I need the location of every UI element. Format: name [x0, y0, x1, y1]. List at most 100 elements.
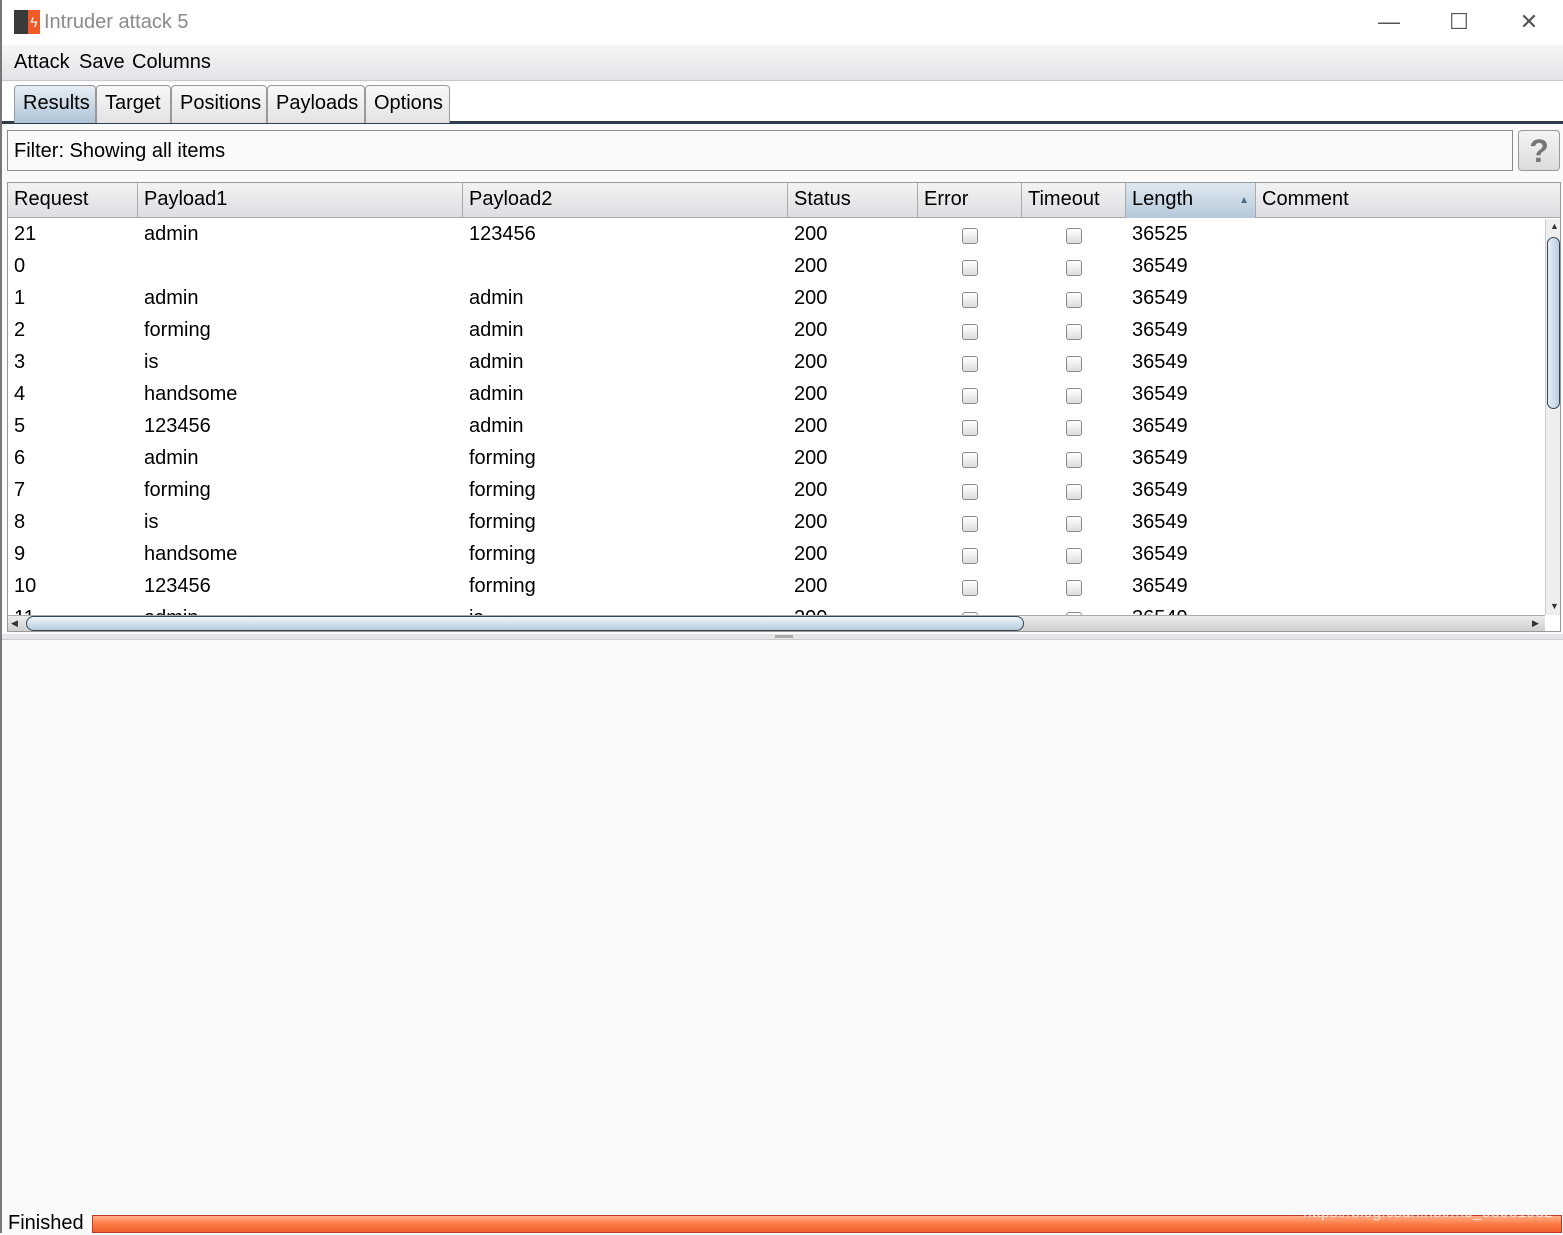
cell-payload1: is: [144, 351, 159, 373]
maximize-icon[interactable]: ☐: [1439, 6, 1479, 38]
column-header-label: Request: [14, 188, 89, 210]
table-row[interactable]: 4 handsome admin 200 36549: [8, 379, 1545, 411]
tab-results[interactable]: Results: [14, 85, 96, 123]
scroll-left-icon[interactable]: ◀: [11, 618, 18, 629]
error-checkbox[interactable]: [962, 580, 978, 596]
vertical-scrollbar[interactable]: ▲ ▼: [1545, 219, 1560, 615]
timeout-checkbox[interactable]: [1066, 516, 1082, 532]
close-icon[interactable]: ✕: [1509, 6, 1549, 38]
cell-payload2: forming: [469, 511, 536, 533]
error-checkbox[interactable]: [962, 292, 978, 308]
tab-payloads[interactable]: Payloads: [267, 85, 365, 123]
cell-status: 200: [794, 447, 828, 469]
table-row[interactable]: 5 123456 admin 200 36549: [8, 411, 1545, 443]
cell-payload1: forming: [144, 319, 211, 341]
timeout-checkbox[interactable]: [1066, 324, 1082, 340]
tab-options[interactable]: Options: [365, 85, 450, 123]
title-bar: ϟ Intruder attack 5 — ☐ ✕: [2, 0, 1563, 45]
timeout-checkbox[interactable]: [1066, 356, 1082, 372]
error-checkbox[interactable]: [962, 356, 978, 372]
timeout-checkbox[interactable]: [1066, 452, 1082, 468]
split-pane-divider[interactable]: [2, 634, 1563, 640]
cell-payload1: admin: [144, 223, 199, 245]
horizontal-scrollbar[interactable]: ◀ ▶: [8, 615, 1545, 631]
cell-status: 200: [794, 543, 828, 565]
scroll-up-icon[interactable]: ▲: [1550, 221, 1559, 231]
cell-length: 36549: [1132, 511, 1188, 533]
timeout-checkbox[interactable]: [1066, 260, 1082, 276]
table-header: Request Payload1 Payload2 Status Error Timeou…: [8, 183, 1560, 218]
timeout-checkbox[interactable]: [1066, 388, 1082, 404]
scroll-down-icon[interactable]: ▼: [1550, 601, 1559, 611]
cell-payload1: admin: [144, 447, 199, 469]
cell-length: 36549: [1132, 543, 1188, 565]
cell-status: 200: [794, 511, 828, 533]
vertical-scroll-thumb[interactable]: [1547, 237, 1560, 409]
cell-request: 21: [14, 223, 37, 245]
cell-payload1: is: [144, 511, 159, 533]
column-header-length[interactable]: Length ▲: [1126, 183, 1256, 218]
error-checkbox[interactable]: [962, 260, 978, 276]
menu-columns[interactable]: Columns: [132, 51, 211, 74]
column-header-payload1[interactable]: Payload1: [138, 183, 463, 218]
table-body: 21 admin 123456 200 36525 0 200 36549 1 admin admi…: [8, 219, 1545, 615]
cell-status: 200: [794, 319, 828, 341]
cell-payload1: 123456: [144, 575, 211, 597]
table-row[interactable]: 9 handsome forming 200 36549: [8, 539, 1545, 571]
table-row[interactable]: 21 admin 123456 200 36525: [8, 219, 1545, 251]
error-checkbox[interactable]: [962, 388, 978, 404]
table-row[interactable]: 1 admin admin 200 36549: [8, 283, 1545, 315]
cell-request: 7: [14, 479, 26, 501]
timeout-checkbox[interactable]: [1066, 580, 1082, 596]
column-header-request[interactable]: Request: [8, 183, 138, 218]
column-header-timeout[interactable]: Timeout: [1022, 183, 1126, 218]
error-checkbox[interactable]: [962, 452, 978, 468]
cell-length: 36549: [1132, 255, 1188, 277]
column-header-status[interactable]: Status: [788, 183, 918, 218]
cell-payload2: admin: [469, 415, 524, 437]
divider-grip[interactable]: [775, 635, 793, 638]
scroll-right-icon[interactable]: ▶: [1532, 618, 1539, 629]
cell-payload2: admin: [469, 383, 524, 405]
cell-request: 9: [14, 543, 26, 565]
error-checkbox[interactable]: [962, 484, 978, 500]
timeout-checkbox[interactable]: [1066, 484, 1082, 500]
timeout-checkbox[interactable]: [1066, 548, 1082, 564]
help-button[interactable]: ?: [1518, 130, 1560, 171]
timeout-checkbox[interactable]: [1066, 228, 1082, 244]
timeout-checkbox[interactable]: [1066, 420, 1082, 436]
error-checkbox[interactable]: [962, 228, 978, 244]
error-checkbox[interactable]: [962, 516, 978, 532]
column-header-comment[interactable]: Comment: [1256, 183, 1560, 218]
tab-positions[interactable]: Positions: [171, 85, 267, 123]
table-row[interactable]: 10 123456 forming 200 36549: [8, 571, 1545, 603]
error-checkbox[interactable]: [962, 324, 978, 340]
cell-status: 200: [794, 575, 828, 597]
table-row[interactable]: 8 is forming 200 36549: [8, 507, 1545, 539]
error-checkbox[interactable]: [962, 420, 978, 436]
menu-attack[interactable]: Attack: [14, 51, 70, 74]
cell-status: 200: [794, 287, 828, 309]
cell-payload1: 123456: [144, 415, 211, 437]
tab-bar: Results Target Positions Payloads Option…: [2, 82, 1563, 124]
cell-status: 200: [794, 223, 828, 245]
column-header-error[interactable]: Error: [918, 183, 1022, 218]
cell-request: 3: [14, 351, 26, 373]
table-row[interactable]: 11 admin is 200 36549: [8, 603, 1545, 615]
table-row[interactable]: 3 is admin 200 36549: [8, 347, 1545, 379]
table-row[interactable]: 7 forming forming 200 36549: [8, 475, 1545, 507]
table-row[interactable]: 6 admin forming 200 36549: [8, 443, 1545, 475]
table-row[interactable]: 0 200 36549: [8, 251, 1545, 283]
tab-target[interactable]: Target: [96, 85, 171, 123]
cell-request: 6: [14, 447, 26, 469]
error-checkbox[interactable]: [962, 548, 978, 564]
column-header-payload2[interactable]: Payload2: [463, 183, 788, 218]
horizontal-scroll-thumb[interactable]: [26, 616, 1024, 631]
table-row[interactable]: 2 forming admin 200 36549: [8, 315, 1545, 347]
timeout-checkbox[interactable]: [1066, 292, 1082, 308]
minimize-icon[interactable]: —: [1369, 6, 1409, 38]
cell-payload2: admin: [469, 287, 524, 309]
filter-bar[interactable]: Filter: Showing all items: [7, 130, 1513, 171]
menu-save[interactable]: Save: [79, 51, 125, 74]
cell-payload2: 123456: [469, 223, 536, 245]
